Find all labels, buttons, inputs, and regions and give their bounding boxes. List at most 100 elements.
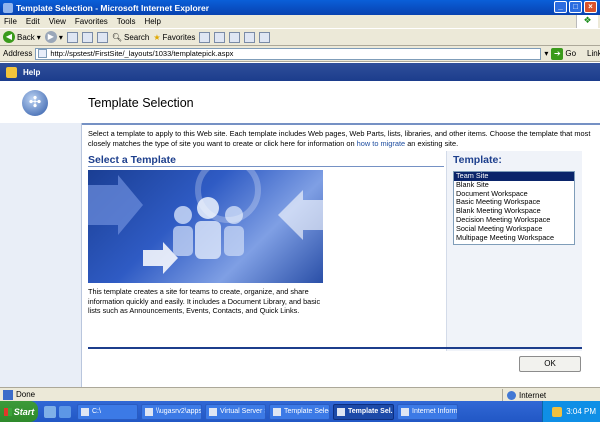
sharepoint-logo-icon: ✣	[22, 90, 48, 116]
standard-toolbar: ◀ Back ▾ ▶ ▾ 🔍︎ Search ★ Favorites	[0, 28, 600, 46]
page-title: Template Selection	[88, 96, 194, 110]
bottom-divider	[88, 347, 582, 349]
window-titlebar: Template Selection - Microsoft Internet …	[0, 0, 600, 15]
home-icon[interactable]	[96, 31, 108, 43]
task-app-icon	[337, 407, 345, 416]
address-url: http://spstest/FirstSite/_layouts/1033/t…	[50, 49, 234, 58]
search-button[interactable]: 🔍︎ Search	[112, 33, 150, 42]
task-label: \\ugasrv2\apps...	[156, 408, 202, 415]
start-button[interactable]: Start	[0, 401, 38, 422]
template-option[interactable]: Blank Meeting Workspace	[454, 207, 574, 216]
desktop-icon[interactable]	[44, 405, 56, 418]
search-label: Search	[123, 32, 150, 42]
page-description: Select a template to apply to this Web s…	[88, 129, 593, 149]
description-text-end: an existing site.	[405, 139, 459, 148]
template-description: This template creates a site for teams t…	[88, 287, 321, 315]
ie-icon	[3, 2, 13, 13]
go-arrow-icon: ➔	[551, 47, 564, 60]
address-dropdown-icon[interactable]: ▾	[544, 49, 548, 58]
template-option[interactable]: Basic Meeting Workspace	[454, 198, 574, 207]
taskbar: Start C:\ \\ugasrv2\apps... Virtual Server…	[0, 401, 600, 422]
quick-launch	[44, 405, 71, 418]
taskbar-button[interactable]: Template Sel...	[333, 403, 394, 420]
back-dropdown-icon[interactable]: ▾	[37, 33, 41, 42]
forward-button[interactable]: ▶ ▾	[44, 31, 63, 43]
description-text: Select a template to apply to this Web s…	[88, 129, 591, 148]
menu-tools[interactable]: Tools	[117, 17, 136, 26]
task-app-icon	[145, 407, 153, 416]
taskbar-button[interactable]: Template Selec...	[269, 403, 330, 420]
edit-icon[interactable]	[259, 31, 271, 43]
task-label: Template Selec...	[284, 408, 329, 415]
ie-launch-icon[interactable]	[59, 405, 71, 418]
mail-icon[interactable]	[229, 31, 241, 43]
clock: 3:04 PM	[566, 407, 596, 416]
logo-area: ✣	[0, 81, 82, 123]
menu-favorites[interactable]: Favorites	[75, 17, 108, 26]
task-app-icon	[273, 407, 281, 416]
page-content: ✣ Template Selection Select a template t…	[0, 81, 600, 387]
menu-file[interactable]: File	[4, 17, 17, 26]
taskbar-button[interactable]: Virtual Server S...	[205, 403, 266, 420]
maximize-button[interactable]: □	[569, 1, 582, 13]
stop-icon[interactable]	[66, 31, 78, 43]
template-listbox[interactable]: Team Site Blank Site Document Workspace Bas…	[453, 171, 575, 245]
close-button[interactable]: ×	[584, 1, 597, 13]
template-option[interactable]: Multipage Meeting Workspace	[454, 234, 574, 243]
template-option[interactable]: Team Site	[454, 172, 574, 181]
task-label: Template Sel...	[348, 408, 394, 415]
favorites-button[interactable]: ★ Favorites	[153, 33, 195, 42]
address-bar: Address http://spstest/FirstSite/_layout…	[0, 46, 600, 62]
how-to-migrate-link[interactable]: how to migrate	[357, 139, 405, 148]
template-option[interactable]: Blank Site	[454, 181, 574, 190]
back-arrow-icon: ◀	[3, 31, 15, 43]
help-link[interactable]: Help	[23, 68, 40, 77]
help-bar: Help	[0, 63, 600, 81]
template-option[interactable]: Decision Meeting Workspace	[454, 216, 574, 225]
page-status-icon	[3, 389, 13, 400]
favorites-label: Favorites	[162, 32, 196, 42]
search-icon: 🔍︎	[111, 32, 122, 42]
go-button[interactable]: ➔ Go	[551, 47, 577, 60]
menu-help[interactable]: Help	[144, 17, 160, 26]
taskbar-button[interactable]: Internet Inform...	[397, 403, 458, 420]
security-zone: Internet	[502, 389, 546, 401]
template-option[interactable]: Document Workspace	[454, 190, 574, 199]
print-icon[interactable]	[244, 31, 256, 43]
start-label: Start	[13, 406, 35, 417]
go-label: Go	[565, 49, 577, 58]
ok-button[interactable]: OK	[519, 356, 581, 372]
security-shield-icon[interactable]	[552, 406, 563, 417]
refresh-icon[interactable]	[81, 31, 93, 43]
status-text: Done	[16, 390, 36, 399]
taskbar-button[interactable]: \\ugasrv2\apps...	[141, 403, 202, 420]
links-button[interactable]: Links	[587, 49, 600, 58]
media-icon[interactable]	[199, 31, 211, 43]
section-divider	[88, 166, 444, 167]
system-tray: 3:04 PM	[542, 401, 600, 422]
menu-view[interactable]: View	[49, 17, 66, 26]
forward-dropdown-icon[interactable]: ▾	[59, 33, 63, 42]
task-app-icon	[209, 407, 217, 416]
template-panel: Template: Team Site Blank Site Document Wo…	[446, 151, 582, 351]
template-preview-graphic	[88, 170, 323, 274]
task-label: Internet Inform...	[412, 408, 458, 415]
template-option[interactable]: Social Meeting Workspace	[454, 225, 574, 234]
menu-edit[interactable]: Edit	[26, 17, 40, 26]
template-label: Template:	[453, 154, 502, 166]
address-input[interactable]: http://spstest/FirstSite/_layouts/1033/t…	[35, 47, 542, 60]
forward-arrow-icon: ▶	[44, 31, 57, 43]
task-label: C:\	[92, 408, 101, 415]
sharepoint-icon	[6, 66, 17, 78]
taskbar-button[interactable]: C:\	[77, 403, 138, 420]
back-button[interactable]: ◀ Back ▾	[3, 31, 41, 43]
header-divider	[82, 123, 600, 125]
windows-flag-icon	[3, 407, 12, 416]
status-bar: Done Internet	[0, 387, 600, 401]
minimize-button[interactable]: _	[554, 1, 567, 13]
globe-icon	[507, 390, 516, 400]
task-label: Virtual Server S...	[220, 408, 265, 415]
task-app-icon	[401, 407, 409, 416]
history-icon[interactable]	[214, 31, 226, 43]
windows-logo-icon: ❖	[576, 15, 598, 28]
